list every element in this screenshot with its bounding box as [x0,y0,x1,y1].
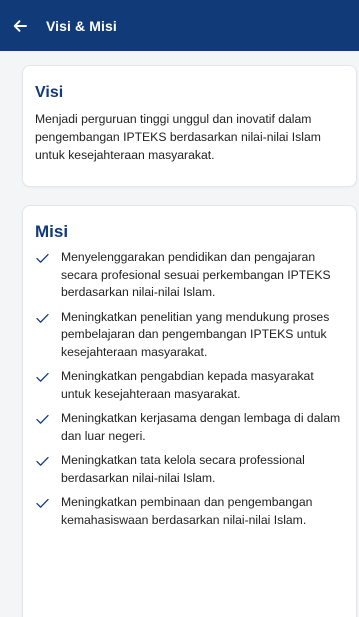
check-icon [36,313,49,323]
check-icon [36,372,49,382]
visi-card: Visi Menjadi perguruan tinggi unggul dan… [22,65,357,187]
check-icon [36,456,49,466]
page-title: Visi & Misi [46,17,117,34]
app-bar: Visi & Misi [0,0,359,51]
visi-text: Menjadi perguruan tinggi unggul dan inov… [35,112,321,162]
misi-title: Misi [35,222,69,241]
back-button[interactable] [6,12,34,40]
misi-item-text: Meningkatkan penelitian yang mendukung p… [61,309,330,359]
list-item: Meningkatkan tata kelola secara professi… [35,452,342,487]
misi-item-text: Meningkatkan pengabdian kepada masyaraka… [61,369,314,401]
check-icon [36,414,49,424]
misi-item-text: Meningkatkan kerjasama dengan lembaga di… [61,411,341,443]
list-item: Meningkatkan kerjasama dengan lembaga di… [35,410,342,445]
check-icon [36,253,49,263]
arrow-left-icon [13,19,27,32]
list-item: Meningkatkan pengabdian kepada masyaraka… [35,368,342,403]
misi-list: Menyelenggarakan pendidikan dan pengajar… [35,249,342,529]
misi-item-text: Meningkatkan tata kelola secara professi… [61,453,305,485]
list-item: Meningkatkan pembinaan dan pengembangan … [35,494,342,529]
check-icon [36,498,49,508]
misi-item-text: Meningkatkan pembinaan dan pengembangan … [61,495,313,527]
misi-item-text: Menyelenggarakan pendidikan dan pengajar… [61,250,331,299]
visi-title: Visi [35,84,64,101]
content-area: Visi Menjadi perguruan tinggi unggul dan… [0,51,359,617]
misi-card: Misi Menyelenggarakan pendidikan dan pen… [22,205,357,617]
list-item: Menyelenggarakan pendidikan dan pengajar… [35,249,342,302]
list-item: Meningkatkan penelitian yang mendukung p… [35,309,342,362]
